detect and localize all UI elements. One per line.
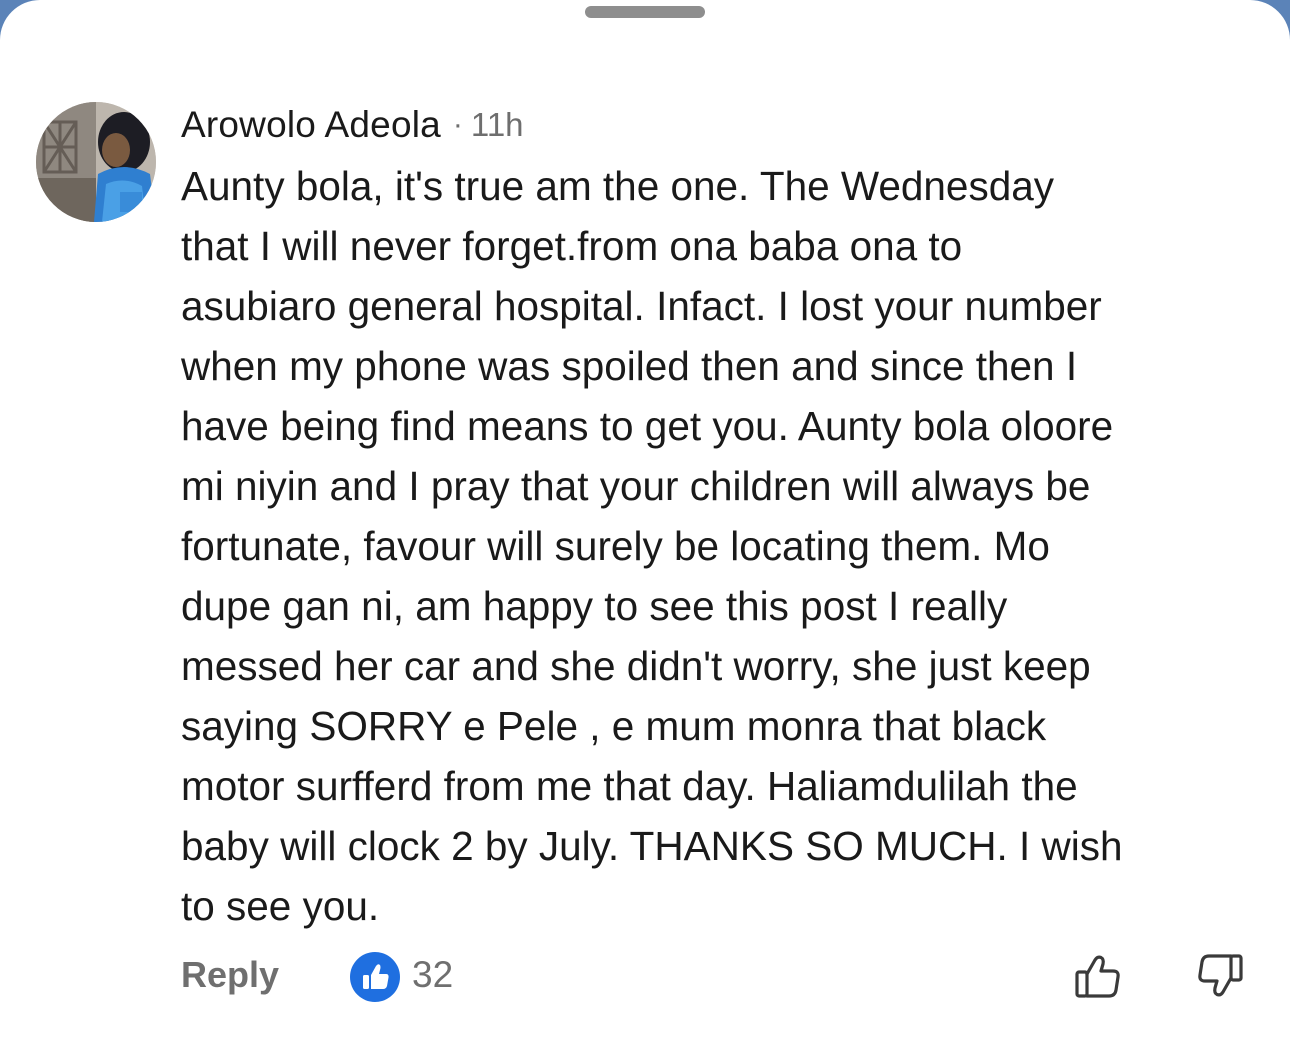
comment-timestamp: 11h <box>470 106 524 143</box>
like-count: 32 <box>412 954 454 995</box>
avatar-image <box>36 102 156 222</box>
thumbs-down-outline-icon[interactable] <box>1192 948 1248 1004</box>
meta-separator: · <box>452 108 463 141</box>
thumbs-up-outline-icon[interactable] <box>1070 948 1126 1004</box>
comment-header: Arowolo Adeola · 11h <box>181 96 1261 154</box>
reply-button[interactable]: Reply <box>181 954 279 996</box>
sheet-grabber-handle[interactable] <box>585 6 705 18</box>
thumbs-up-icon <box>350 952 400 1002</box>
comment-actions: Reply 32 <box>0 940 1290 1020</box>
comment-author[interactable]: Arowolo Adeola <box>181 104 441 146</box>
avatar[interactable] <box>36 102 156 222</box>
comment-text: Aunty bola, it's true am the one. The We… <box>181 163 1123 929</box>
comment: Arowolo Adeola · 11h Aunty bola, it's tr… <box>181 96 1261 936</box>
comments-sheet: Arowolo Adeola · 11h Aunty bola, it's tr… <box>0 0 1290 1040</box>
